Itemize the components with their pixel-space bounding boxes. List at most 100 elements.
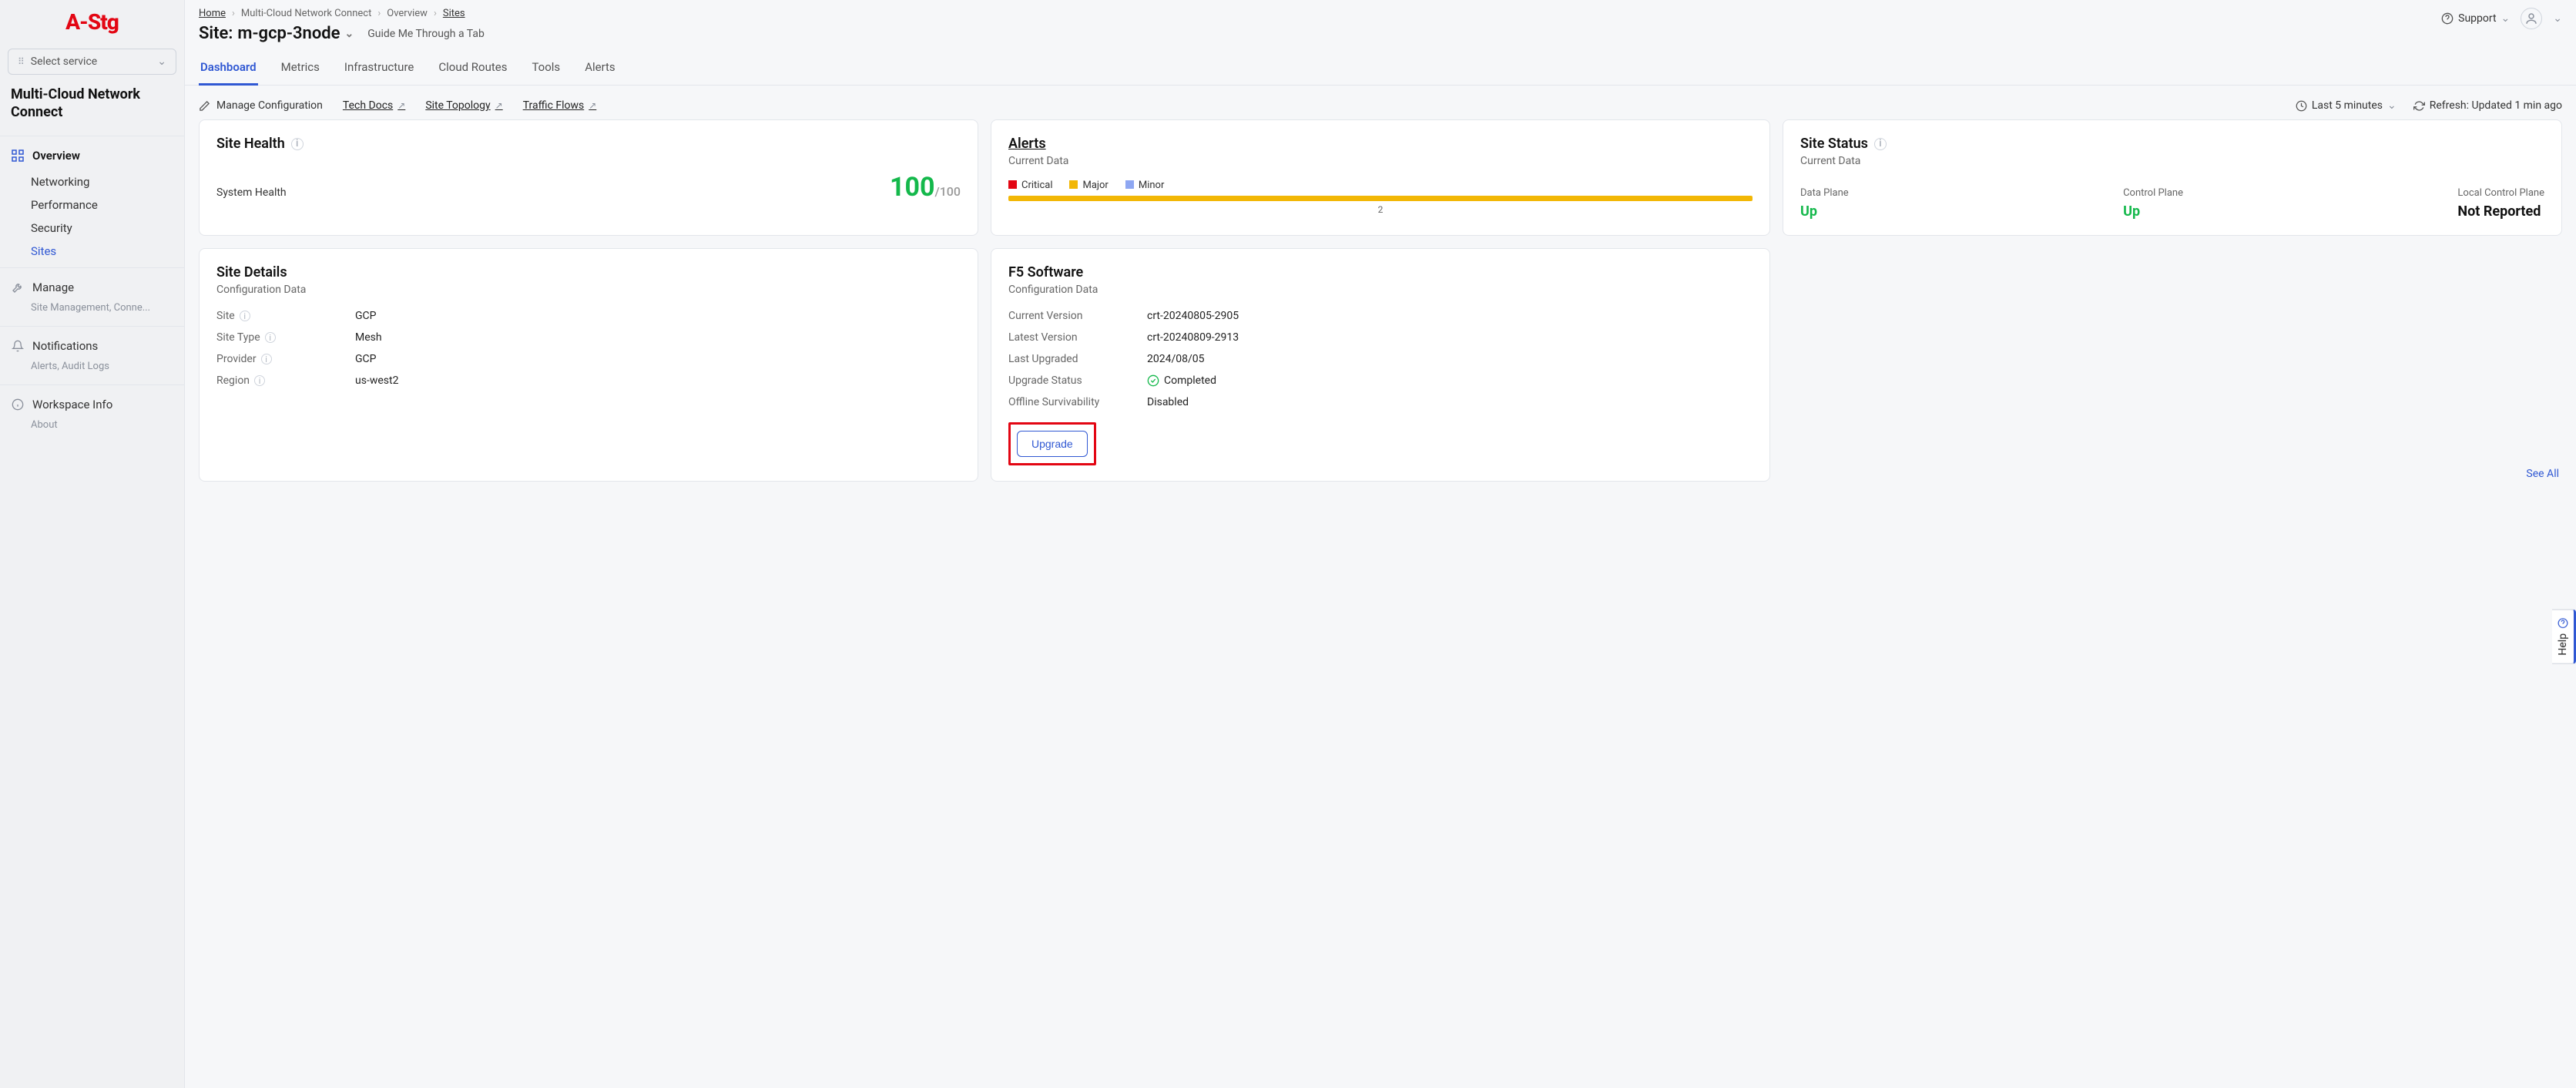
last-upgraded-value: 2024/08/05	[1147, 353, 1753, 365]
site-details-card: Site Details Configuration Data Sitei GC…	[199, 248, 978, 482]
site-type-value: Mesh	[355, 331, 961, 344]
tech-docs-link[interactable]: Tech Docs ↗	[343, 99, 405, 112]
sidebar-item-workspace[interactable]: Workspace Info	[0, 390, 184, 419]
chevron-right-icon: ›	[434, 8, 437, 19]
local-control-plane-value: Not Reported	[2457, 203, 2544, 220]
crumb-home[interactable]: Home	[199, 8, 226, 19]
info-icon[interactable]: i	[265, 332, 276, 343]
major-swatch	[1069, 180, 1078, 189]
chevron-down-icon: ⌄	[345, 28, 354, 40]
f5-software-card: F5 Software Configuration Data Current V…	[991, 248, 1770, 482]
topbar: Home › Multi-Cloud Network Connect › Ove…	[185, 0, 2576, 48]
support-menu[interactable]: Support ⌄	[2441, 12, 2510, 25]
chevron-down-icon: ⌄	[2501, 12, 2511, 25]
sidebar-workspace-label: Workspace Info	[32, 398, 112, 411]
help-side-tab[interactable]: Help	[2552, 609, 2576, 664]
control-plane-value: Up	[2123, 203, 2183, 220]
tab-metrics[interactable]: Metrics	[280, 52, 321, 85]
select-service-label: Select service	[31, 55, 97, 68]
site-details-subtitle: Configuration Data	[216, 284, 961, 296]
sidebar-item-sites[interactable]: Sites	[0, 240, 184, 263]
crumb-mcn[interactable]: Multi-Cloud Network Connect	[241, 8, 371, 19]
site-status-subtitle: Current Data	[1800, 155, 2544, 167]
site-health-title: Site Health i	[216, 136, 961, 152]
headset-icon	[2441, 12, 2454, 25]
tab-tools[interactable]: Tools	[530, 52, 562, 85]
tab-cloud-routes[interactable]: Cloud Routes	[437, 52, 508, 85]
time-range-picker[interactable]: Last 5 minutes ⌄	[2296, 99, 2397, 112]
site-status-card: Site Status i Current Data Data Plane Up…	[1783, 119, 2562, 236]
refresh-button[interactable]: Refresh: Updated 1 min ago	[2413, 99, 2562, 112]
minor-swatch	[1125, 180, 1134, 189]
current-version-label: Current Version	[1008, 310, 1147, 322]
control-plane-label: Control Plane	[2123, 187, 2183, 199]
chevron-right-icon: ›	[232, 8, 235, 19]
user-icon	[2524, 12, 2538, 25]
provider-value: GCP	[355, 353, 961, 365]
site-value: GCP	[355, 310, 961, 322]
manage-configuration-label: Manage Configuration	[216, 99, 323, 112]
sidebar-item-networking[interactable]: Networking	[0, 170, 184, 193]
tab-dashboard[interactable]: Dashboard	[199, 52, 258, 86]
alerts-title-link[interactable]: Alerts	[1008, 136, 1753, 152]
data-plane-label: Data Plane	[1800, 187, 1849, 199]
upgrade-status-value: Completed	[1147, 374, 1753, 387]
sidebar-item-performance[interactable]: Performance	[0, 193, 184, 217]
breadcrumb: Home › Multi-Cloud Network Connect › Ove…	[199, 8, 485, 19]
guide-me-link[interactable]: Guide Me Through a Tab	[367, 28, 485, 40]
latest-version-value: crt-20240809-2913	[1147, 331, 1753, 344]
crumb-sites[interactable]: Sites	[443, 8, 465, 19]
page-title[interactable]: Site: m-gcp-3node ⌄	[199, 24, 354, 43]
info-icon[interactable]: i	[261, 354, 272, 364]
info-icon[interactable]: i	[240, 311, 250, 321]
sidebar-item-security[interactable]: Security	[0, 217, 184, 240]
grip-icon: ⠿	[18, 56, 25, 67]
user-avatar[interactable]	[2521, 8, 2542, 29]
traffic-flows-link[interactable]: Traffic Flows ↗	[523, 99, 597, 112]
info-icon[interactable]: i	[291, 138, 304, 150]
alerts-bar	[1008, 196, 1753, 201]
tab-infrastructure[interactable]: Infrastructure	[343, 52, 415, 85]
page-title-site: m-gcp-3node	[237, 24, 340, 43]
manage-configuration-link[interactable]: Manage Configuration	[199, 99, 323, 112]
system-health-score: 100	[890, 172, 935, 203]
external-link-icon: ↗	[589, 100, 596, 111]
f5-software-subtitle: Configuration Data	[1008, 284, 1753, 296]
sidebar-item-notifications[interactable]: Notifications	[0, 331, 184, 361]
pencil-icon	[199, 100, 210, 112]
wrench-icon	[11, 281, 25, 294]
upgrade-button[interactable]: Upgrade	[1017, 431, 1088, 457]
see-all-region: See All	[1783, 248, 2562, 482]
system-health-label: System Health	[216, 186, 287, 199]
external-link-icon: ↗	[397, 100, 405, 111]
crumb-overview[interactable]: Overview	[387, 8, 428, 19]
toolbar: Manage Configuration Tech Docs ↗ Site To…	[185, 86, 2576, 119]
see-all-link[interactable]: See All	[2526, 463, 2559, 480]
local-control-plane-label: Local Control Plane	[2457, 187, 2544, 199]
tab-alerts[interactable]: Alerts	[583, 52, 617, 85]
tabs: Dashboard Metrics Infrastructure Cloud R…	[185, 48, 2576, 86]
page-title-prefix: Site:	[199, 24, 233, 43]
sidebar-title: Multi-Cloud Network Connect	[0, 86, 184, 136]
offline-survivability-label: Offline Survivability	[1008, 396, 1147, 408]
info-icon[interactable]: i	[254, 375, 265, 386]
upgrade-status-label: Upgrade Status	[1008, 374, 1147, 387]
data-plane-value: Up	[1800, 203, 1849, 220]
alerts-count: 2	[1008, 204, 1753, 215]
latest-version-label: Latest Version	[1008, 331, 1147, 344]
info-icon	[11, 398, 25, 411]
sidebar: A-Stg ⠿ Select service ⌄ Multi-Cloud Net…	[0, 0, 185, 1088]
site-health-card: Site Health i System Health 100/100	[199, 119, 978, 236]
upgrade-highlight: Upgrade	[1008, 422, 1096, 465]
site-topology-link[interactable]: Site Topology ↗	[425, 99, 502, 112]
sidebar-item-overview[interactable]: Overview	[0, 141, 184, 170]
info-icon[interactable]: i	[1874, 138, 1887, 150]
offline-survivability-value: Disabled	[1147, 396, 1753, 408]
sidebar-item-manage[interactable]: Manage	[0, 273, 184, 302]
region-value: us-west2	[355, 374, 961, 387]
sidebar-overview-label: Overview	[32, 149, 80, 163]
alerts-subtitle: Current Data	[1008, 155, 1753, 167]
support-label: Support	[2458, 12, 2496, 25]
select-service-dropdown[interactable]: ⠿ Select service ⌄	[8, 49, 176, 75]
current-version-value: crt-20240805-2905	[1147, 310, 1753, 322]
